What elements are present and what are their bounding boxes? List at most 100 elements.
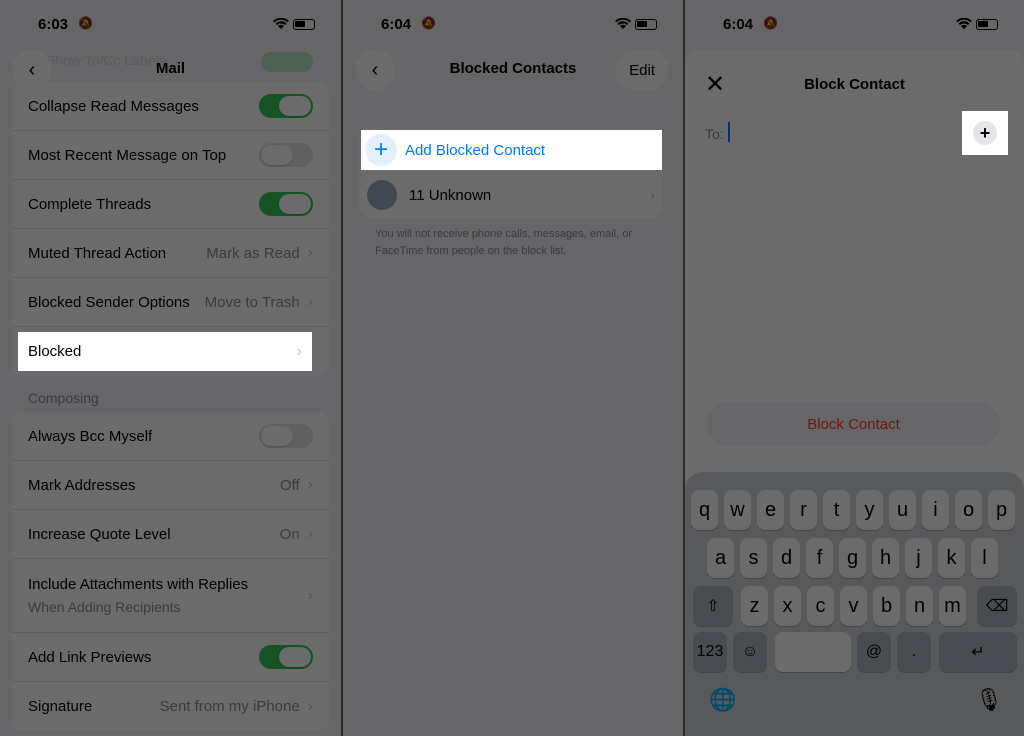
edit-button[interactable]: Edit: [615, 50, 669, 90]
keyboard-row-3: ⇧ ⌫ zxcvbnm: [685, 586, 1024, 626]
row-label: Add Link Previews: [28, 648, 152, 666]
add-blocked-contact-label: Add Blocked Contact: [405, 141, 546, 159]
key-c[interactable]: c: [807, 586, 834, 626]
add-blocked-contact-button[interactable]: + Add Blocked Contact: [361, 130, 662, 170]
muted-thread-action-row[interactable]: Muted Thread Action Mark as Read ›: [12, 229, 329, 278]
chevron-right-icon: ›: [307, 697, 313, 715]
recent-on-top-row[interactable]: Most Recent Message on Top: [12, 131, 329, 180]
battery-icon: [635, 19, 657, 30]
key-s[interactable]: s: [740, 538, 767, 578]
key-l[interactable]: l: [971, 538, 998, 578]
collapse-read-toggle[interactable]: [259, 94, 313, 118]
complete-threads-toggle[interactable]: [259, 192, 313, 216]
key-d[interactable]: d: [773, 538, 800, 578]
key-r[interactable]: r: [790, 490, 817, 530]
mark-addresses-row[interactable]: Mark Addresses Off ›: [12, 461, 329, 510]
include-attachments-row[interactable]: Include Attachments with Replies When Add…: [12, 559, 329, 633]
block-contact-button[interactable]: Block Contact: [707, 402, 1000, 446]
chevron-right-icon: ›: [307, 293, 313, 310]
row-label: Mark Addresses: [28, 476, 136, 494]
nav-bar: ‹ Blocked Contacts Edit: [343, 48, 683, 92]
chevron-right-icon: ›: [307, 476, 313, 493]
recipient-input-cursor[interactable]: [728, 122, 730, 142]
key-n[interactable]: n: [906, 586, 933, 626]
status-time: 6:03: [38, 16, 69, 33]
globe-icon[interactable]: 🌐: [709, 687, 736, 713]
blocked-sender-options-row[interactable]: Blocked Sender Options Move to Trash ›: [12, 278, 329, 327]
numbers-key[interactable]: 123: [693, 632, 727, 672]
composing-group: Always Bcc Myself Mark Addresses Off › Inc…: [12, 412, 329, 731]
period-key[interactable]: .: [897, 632, 931, 672]
keyboard-row-4: 123 ☺ @ . ↵: [685, 632, 1024, 672]
key-o[interactable]: o: [955, 490, 982, 530]
contact-avatar: [367, 180, 397, 210]
sheet-title: Block Contact: [804, 76, 905, 93]
keyboard-row-2: asdfghjkl: [685, 538, 1024, 578]
key-q[interactable]: q: [691, 490, 718, 530]
silent-bell-icon: 🔕: [78, 16, 93, 30]
key-p[interactable]: p: [988, 490, 1015, 530]
status-bar: 6:04 🔕: [343, 14, 683, 36]
row-label: Increase Quote Level: [28, 525, 171, 543]
wifi-icon: [273, 18, 289, 29]
delete-key[interactable]: ⌫: [977, 586, 1017, 626]
plus-icon: +: [365, 134, 397, 166]
unknown-contacts-row[interactable]: 11 Unknown ›: [359, 172, 663, 218]
always-bcc-toggle[interactable]: [259, 424, 313, 448]
chevron-right-icon: ›: [307, 525, 313, 542]
at-key[interactable]: @: [857, 632, 891, 672]
composing-section-header: Composing: [28, 390, 99, 406]
silent-bell-icon: 🔕: [421, 16, 436, 30]
recent-on-top-toggle[interactable]: [259, 143, 313, 167]
row-label: Always Bcc Myself: [28, 427, 153, 445]
row-value: Move to Trash: [204, 293, 300, 311]
status-time: 6:04: [723, 16, 754, 33]
return-key[interactable]: ↵: [939, 632, 1017, 672]
key-h[interactable]: h: [872, 538, 899, 578]
key-v[interactable]: v: [840, 586, 867, 626]
block-list-footnote: You will not receive phone calls, messag…: [375, 228, 633, 257]
complete-threads-row[interactable]: Complete Threads: [12, 180, 329, 229]
keyboard-row-1: qwertyuiop: [685, 490, 1024, 530]
signature-row[interactable]: Signature Sent from my iPhone ›: [12, 682, 329, 731]
row-value: Sent from my iPhone: [159, 698, 300, 715]
key-f[interactable]: f: [806, 538, 833, 578]
status-time: 6:04: [381, 16, 412, 33]
wifi-icon: [615, 18, 631, 29]
increase-quote-row[interactable]: Increase Quote Level On ›: [12, 510, 329, 559]
always-bcc-row[interactable]: Always Bcc Myself: [12, 412, 329, 461]
key-e[interactable]: e: [757, 490, 784, 530]
emoji-key[interactable]: ☺: [733, 632, 767, 672]
contact-label: 11 Unknown: [409, 186, 492, 204]
key-a[interactable]: a: [707, 538, 734, 578]
blocked-row[interactable]: Blocked ›: [18, 332, 312, 371]
blocked-label: Blocked: [28, 343, 82, 360]
key-x[interactable]: x: [774, 586, 801, 626]
row-label: Muted Thread Action: [28, 244, 167, 262]
shift-key[interactable]: ⇧: [693, 586, 733, 626]
key-i[interactable]: i: [922, 490, 949, 530]
add-recipient-button[interactable]: +: [962, 111, 1008, 155]
status-bar: 6:04 🔕: [685, 14, 1024, 36]
collapse-read-row[interactable]: Collapse Read Messages: [12, 82, 329, 131]
key-w[interactable]: w: [724, 490, 751, 530]
key-k[interactable]: k: [938, 538, 965, 578]
key-m[interactable]: m: [939, 586, 966, 626]
microphone-icon[interactable]: 🎙: [975, 687, 1003, 713]
link-previews-toggle[interactable]: [259, 645, 313, 669]
key-y[interactable]: y: [856, 490, 883, 530]
key-u[interactable]: u: [889, 490, 916, 530]
key-j[interactable]: j: [905, 538, 932, 578]
key-t[interactable]: t: [823, 490, 850, 530]
link-previews-row[interactable]: Add Link Previews: [12, 633, 329, 682]
key-g[interactable]: g: [839, 538, 866, 578]
wifi-icon: [956, 18, 972, 29]
chevron-right-icon: ›: [650, 186, 655, 204]
page-title: Mail: [155, 60, 186, 77]
key-b[interactable]: b: [873, 586, 900, 626]
row-value: Off: [279, 476, 300, 494]
row-label: Collapse Read Messages: [28, 97, 199, 115]
battery-icon: [293, 19, 315, 30]
space-key[interactable]: [775, 632, 851, 672]
key-z[interactable]: z: [741, 586, 768, 626]
